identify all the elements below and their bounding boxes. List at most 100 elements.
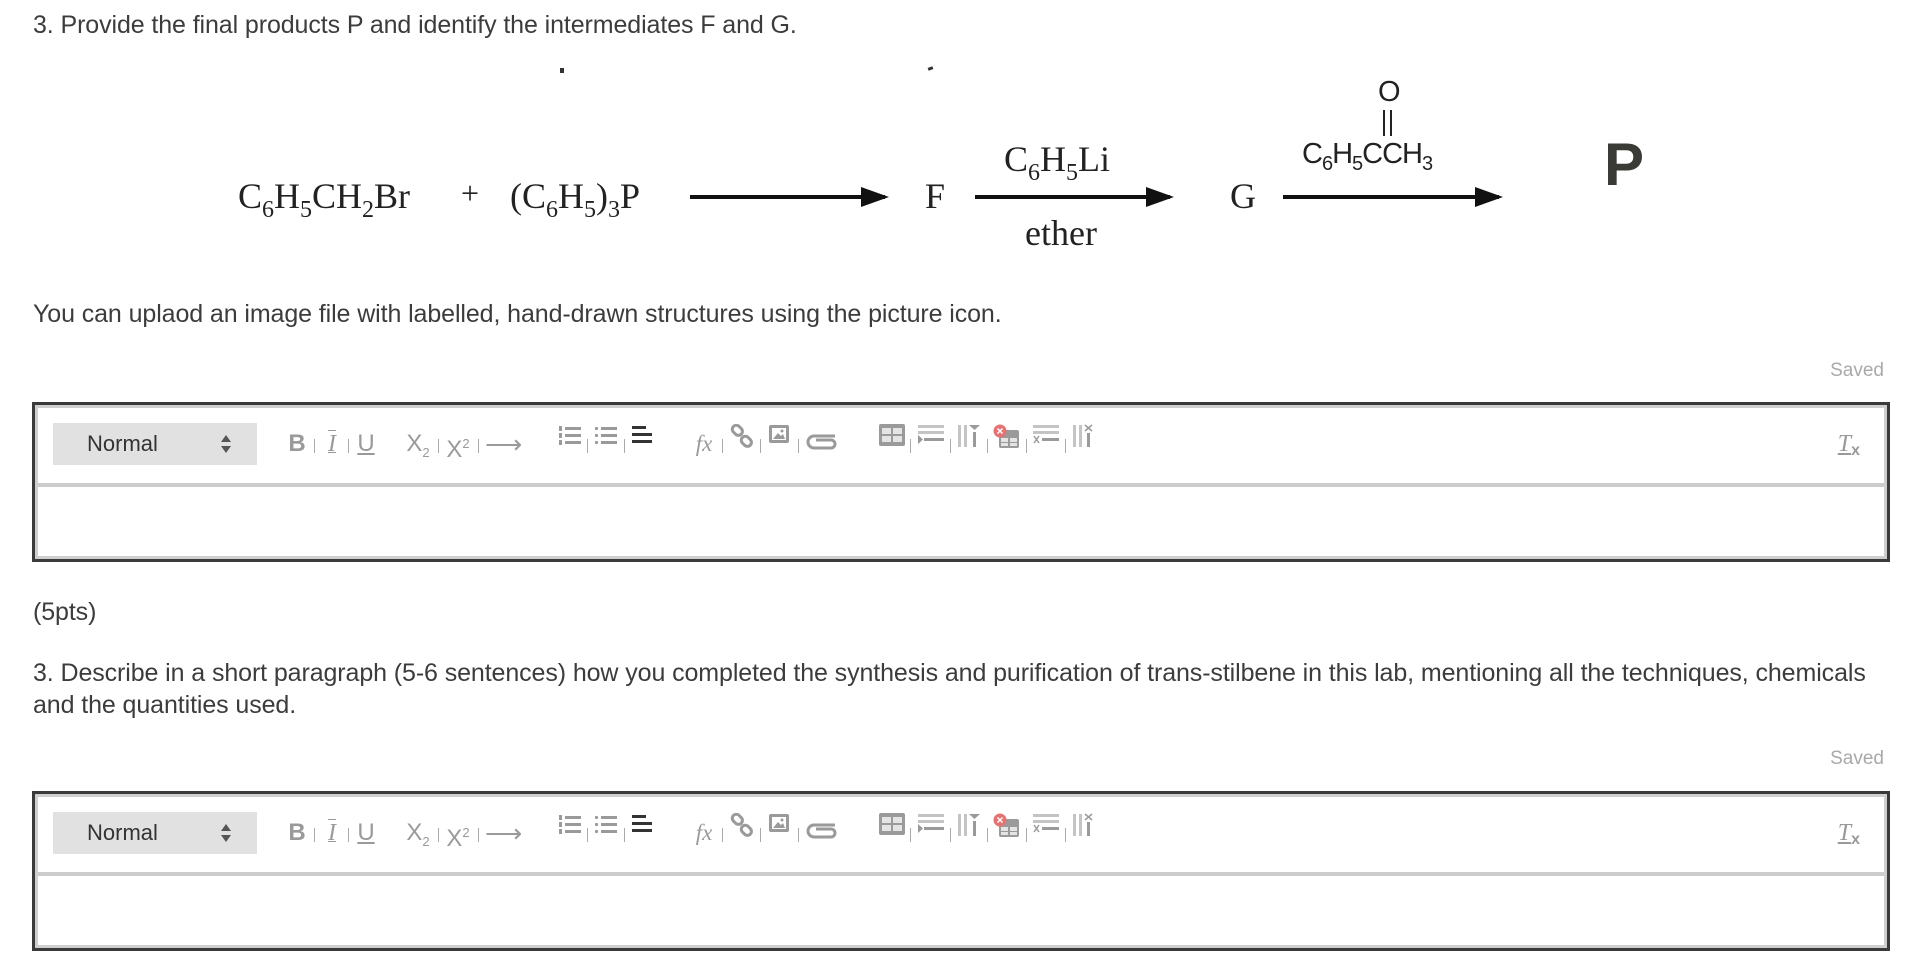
insert-column-button[interactable]	[955, 424, 983, 464]
separator	[478, 828, 479, 842]
delete-row-icon	[1033, 425, 1059, 444]
arrow-insert-button[interactable]: ⟶	[485, 424, 522, 464]
clear-formatting-button[interactable]: Tx	[1838, 424, 1860, 464]
insert-row-icon	[918, 425, 944, 444]
table-icon	[879, 424, 905, 446]
delete-column-icon	[1073, 813, 1093, 836]
delete-table-button[interactable]	[992, 813, 1022, 853]
delete-column-button[interactable]	[1070, 813, 1098, 853]
separator	[478, 439, 479, 453]
saved-status: Saved	[1830, 748, 1884, 769]
delete-table-button[interactable]	[992, 424, 1022, 464]
reaction-arrow-1	[690, 187, 889, 207]
bold-button[interactable]: B	[286, 424, 308, 464]
carbonyl-double-bond	[1390, 110, 1392, 136]
link-icon	[730, 813, 753, 837]
updown-icon	[221, 435, 231, 453]
underline-button[interactable]: U	[354, 813, 378, 853]
attach-file-button[interactable]	[804, 819, 840, 859]
delete-row-button[interactable]	[1031, 813, 1061, 853]
reaction-arrow-2	[975, 187, 1174, 207]
paperclip-icon	[806, 823, 837, 839]
ordered-list-icon	[559, 815, 581, 834]
format-select-value: Normal	[87, 431, 158, 456]
editor-text-area[interactable]	[38, 876, 1884, 945]
italic-button[interactable]: I	[322, 424, 342, 464]
saved-status: Saved	[1830, 360, 1884, 381]
ordered-list-button[interactable]	[556, 813, 584, 853]
link-icon	[730, 424, 753, 448]
separator	[722, 828, 723, 842]
clear-formatting-button[interactable]: Tx	[1838, 813, 1860, 853]
subscript-button[interactable]: X2	[403, 813, 433, 853]
separator	[722, 439, 723, 453]
link-button[interactable]	[728, 424, 756, 464]
stray-mark	[927, 66, 934, 71]
question-1-title: 3. Provide the final products P and iden…	[33, 11, 797, 39]
ordered-list-button[interactable]	[556, 424, 584, 464]
separator	[587, 828, 588, 842]
delete-row-icon	[1033, 814, 1059, 833]
arrow-insert-button[interactable]: ⟶	[485, 813, 522, 853]
delete-column-button[interactable]	[1070, 424, 1098, 464]
italic-button[interactable]: I	[322, 813, 342, 853]
insert-image-button[interactable]	[765, 424, 793, 464]
separator	[760, 828, 761, 842]
separator	[624, 439, 625, 453]
separator	[950, 828, 951, 842]
superscript-button[interactable]: X2	[443, 424, 473, 464]
delete-row-button[interactable]	[1031, 424, 1061, 464]
intermediate-f: F	[925, 176, 946, 216]
insert-row-button[interactable]	[916, 813, 946, 853]
separator	[1065, 439, 1066, 453]
table-icon	[879, 813, 905, 835]
attach-file-button[interactable]	[804, 430, 840, 470]
bold-button[interactable]: B	[286, 813, 308, 853]
separator	[798, 439, 799, 453]
question-2-title: 3. Describe in a short paragraph (5-6 se…	[33, 659, 1866, 719]
updown-icon	[221, 824, 231, 842]
reagent-acetophenone: C6H5CCH3	[1302, 138, 1433, 175]
insert-row-button[interactable]	[916, 424, 946, 464]
insert-table-button[interactable]	[878, 424, 906, 464]
insert-column-button[interactable]	[955, 813, 983, 853]
link-button[interactable]	[728, 813, 756, 853]
separator	[314, 439, 315, 453]
formula-button[interactable]: fx	[690, 424, 718, 464]
superscript-button[interactable]: X2	[443, 813, 473, 853]
bullet-list-icon	[594, 815, 617, 834]
answer-editor-1: Normal B I U X2 X2 ⟶ fx Tx	[32, 402, 1890, 562]
bullet-list-button[interactable]	[592, 424, 620, 464]
format-select[interactable]: Normal	[53, 812, 257, 854]
separator	[760, 439, 761, 453]
plus-sign: +	[461, 175, 480, 211]
separator	[987, 828, 988, 842]
editor-text-area[interactable]	[38, 487, 1884, 556]
picture-icon	[769, 814, 789, 832]
formula-button[interactable]: fx	[690, 813, 718, 853]
separator	[1065, 828, 1066, 842]
underline-button[interactable]: U	[354, 424, 378, 464]
delete-column-icon	[1073, 424, 1093, 447]
bullet-list-icon	[594, 426, 617, 445]
separator	[910, 828, 911, 842]
subscript-button[interactable]: X2	[403, 424, 433, 464]
align-button[interactable]	[629, 813, 655, 853]
bullet-list-button[interactable]	[592, 813, 620, 853]
align-button[interactable]	[629, 424, 655, 464]
separator	[587, 439, 588, 453]
ordered-list-icon	[559, 426, 581, 445]
insert-image-button[interactable]	[765, 813, 793, 853]
separator	[348, 439, 349, 453]
format-select[interactable]: Normal	[53, 423, 257, 465]
insert-table-button[interactable]	[878, 813, 906, 853]
separator	[314, 828, 315, 842]
delete-table-icon	[993, 813, 1019, 837]
reagent-phenyllithium: C6H5Li	[1004, 139, 1111, 186]
reaction-arrow-3	[1283, 187, 1503, 207]
stray-mark	[560, 68, 564, 73]
reactant-benzyl-bromide: C6H5CH2Br	[238, 176, 411, 223]
insert-row-icon	[918, 814, 944, 833]
align-left-icon	[632, 815, 652, 832]
final-product-p: P	[1604, 131, 1645, 198]
